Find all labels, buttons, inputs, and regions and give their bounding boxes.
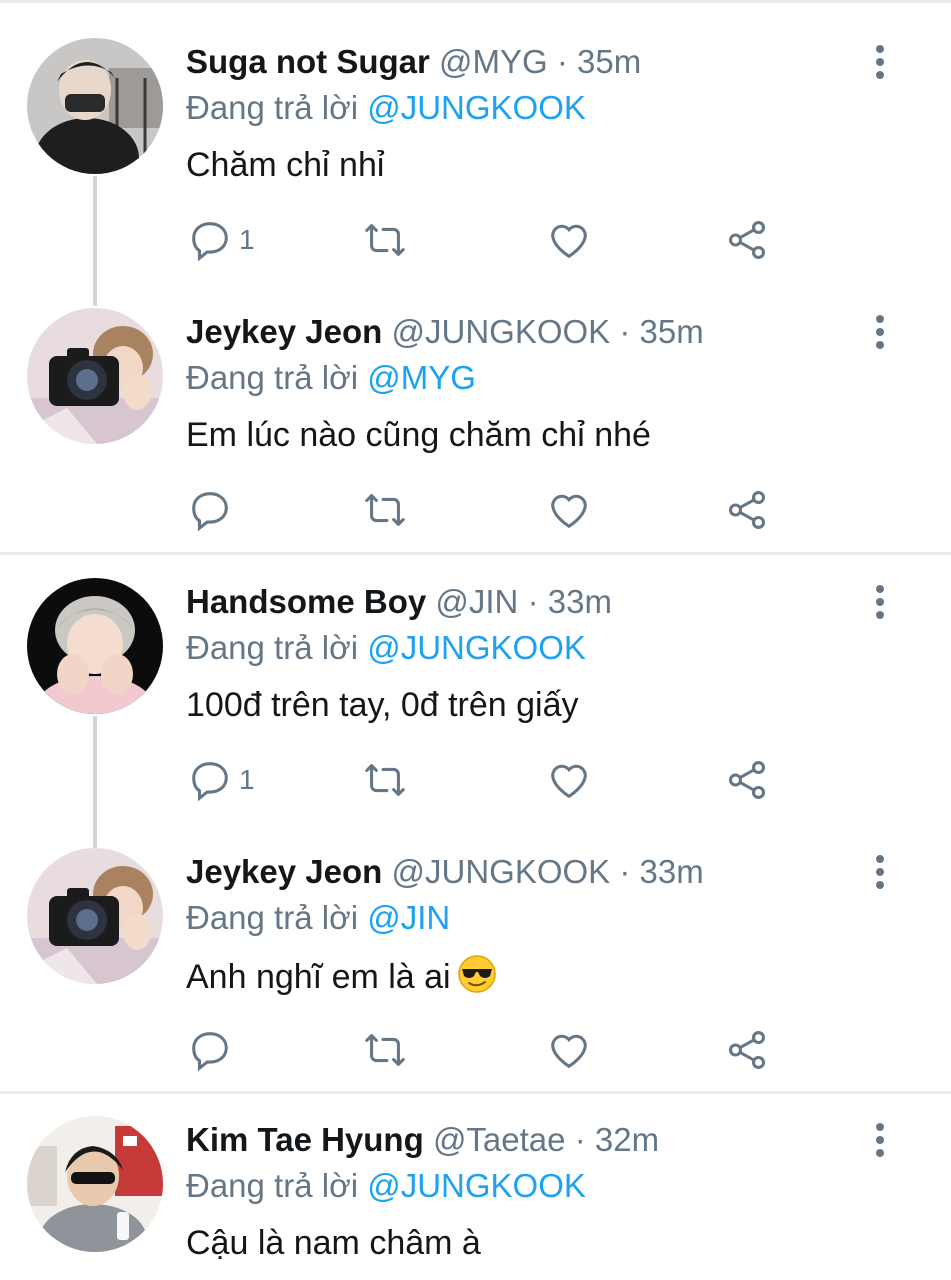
reply-label: Đang trả lời xyxy=(186,629,359,666)
divider xyxy=(0,552,951,555)
avatar[interactable] xyxy=(27,1116,163,1252)
avatar[interactable] xyxy=(27,308,163,444)
reply-icon xyxy=(192,1032,228,1072)
handle[interactable]: @JUNGKOOK xyxy=(391,313,610,350)
retweet-button[interactable] xyxy=(362,1026,408,1074)
tweet-text: Anh nghĩ em là ai xyxy=(186,954,497,1004)
more-icon[interactable] xyxy=(866,1120,894,1160)
tweet-text: Chăm chỉ nhỉ xyxy=(186,146,385,184)
retweet-icon xyxy=(365,224,405,256)
more-icon[interactable] xyxy=(866,582,894,622)
separator: · xyxy=(574,1121,586,1158)
reply-label: Đang trả lời xyxy=(186,89,359,126)
reply-icon xyxy=(192,492,228,532)
separator: · xyxy=(556,43,568,80)
share-button[interactable] xyxy=(724,756,770,804)
display-name[interactable]: Kim Tae Hyung xyxy=(186,1121,424,1158)
display-name[interactable]: Suga not Sugar xyxy=(186,43,430,80)
separator: · xyxy=(619,853,631,890)
share-button[interactable] xyxy=(724,486,770,534)
more-icon[interactable] xyxy=(866,312,894,352)
share-icon xyxy=(728,221,766,259)
reply-mention[interactable]: @MYG xyxy=(367,359,476,396)
reply-mention[interactable]: @JUNGKOOK xyxy=(367,1167,586,1204)
share-button[interactable] xyxy=(724,216,770,264)
share-icon xyxy=(728,761,766,799)
reply-mention[interactable]: @JUNGKOOK xyxy=(367,89,586,126)
avatar[interactable] xyxy=(27,578,163,714)
tweet-header: Handsome Boy @JIN · 33m xyxy=(186,582,612,622)
retweet-button[interactable] xyxy=(362,216,408,264)
retweet-icon xyxy=(365,764,405,796)
timestamp[interactable]: 35m xyxy=(640,313,704,350)
like-button[interactable] xyxy=(546,1026,592,1074)
like-icon xyxy=(551,1034,587,1069)
handle[interactable]: @MYG xyxy=(439,43,548,80)
display-name[interactable]: Jeykey Jeon xyxy=(186,853,382,890)
like-icon xyxy=(551,224,587,259)
display-name[interactable]: Handsome Boy xyxy=(186,583,426,620)
handle[interactable]: @JIN xyxy=(435,583,518,620)
reply-button[interactable] xyxy=(187,1026,239,1074)
retweet-icon xyxy=(365,494,405,526)
divider xyxy=(0,1091,951,1094)
reply-label: Đang trả lời xyxy=(186,899,359,936)
retweet-icon xyxy=(365,1034,405,1066)
display-name[interactable]: Jeykey Jeon xyxy=(186,313,382,350)
reply-button[interactable] xyxy=(187,486,239,534)
avatar[interactable] xyxy=(27,38,163,174)
reply-count: 1 xyxy=(239,764,255,795)
reply-label: Đang trả lời xyxy=(186,1167,359,1204)
tweet-text: Cậu là nam châm à xyxy=(186,1224,481,1262)
tweet-text-content: Anh nghĩ em là ai xyxy=(186,958,451,996)
thread-line xyxy=(93,176,97,306)
reply-mention[interactable]: @JUNGKOOK xyxy=(367,629,586,666)
share-icon xyxy=(728,491,766,529)
sunglasses-emoji-icon xyxy=(457,954,497,1004)
tweet-header: Suga not Sugar @MYG · 35m xyxy=(186,42,641,82)
like-icon xyxy=(551,764,587,799)
timestamp[interactable]: 33m xyxy=(640,853,704,890)
replying-to: Đang trả lời @JUNGKOOK xyxy=(186,628,586,668)
like-button[interactable] xyxy=(546,756,592,804)
retweet-button[interactable] xyxy=(362,756,408,804)
share-icon xyxy=(728,1031,766,1069)
reply-feed: Suga not Sugar @MYG · 35m Đang trả lời @… xyxy=(0,0,951,1280)
reply-button[interactable]: 1 xyxy=(187,756,255,804)
more-icon[interactable] xyxy=(866,852,894,892)
timestamp[interactable]: 32m xyxy=(595,1121,659,1158)
tweet-header: Kim Tae Hyung @Taetae · 32m xyxy=(186,1120,659,1160)
share-button[interactable] xyxy=(724,1026,770,1074)
like-icon xyxy=(551,494,587,529)
reply-count: 1 xyxy=(239,224,255,255)
handle[interactable]: @Taetae xyxy=(433,1121,566,1158)
more-icon[interactable] xyxy=(866,42,894,82)
tweet-text: Em lúc nào cũng chăm chỉ nhé xyxy=(186,416,651,454)
timestamp[interactable]: 33m xyxy=(548,583,612,620)
like-button[interactable] xyxy=(546,486,592,534)
thread-line xyxy=(93,716,97,848)
reply-icon xyxy=(192,222,228,262)
separator: · xyxy=(619,313,631,350)
replying-to: Đang trả lời @JUNGKOOK xyxy=(186,1166,586,1206)
tweet-header: Jeykey Jeon @JUNGKOOK · 35m xyxy=(186,312,704,352)
reply-mention[interactable]: @JIN xyxy=(367,899,450,936)
reply-label: Đang trả lời xyxy=(186,359,359,396)
top-divider xyxy=(0,0,951,3)
reply-button[interactable]: 1 xyxy=(187,216,255,264)
retweet-button[interactable] xyxy=(362,486,408,534)
tweet-text: 100đ trên tay, 0đ trên giấy xyxy=(186,686,579,724)
like-button[interactable] xyxy=(546,216,592,264)
handle[interactable]: @JUNGKOOK xyxy=(391,853,610,890)
replying-to: Đang trả lời @JIN xyxy=(186,898,450,938)
replying-to: Đang trả lời @JUNGKOOK xyxy=(186,88,586,128)
timestamp[interactable]: 35m xyxy=(577,43,641,80)
avatar[interactable] xyxy=(27,848,163,984)
separator: · xyxy=(527,583,539,620)
reply-icon xyxy=(192,762,228,802)
replying-to: Đang trả lời @MYG xyxy=(186,358,476,398)
tweet-header: Jeykey Jeon @JUNGKOOK · 33m xyxy=(186,852,704,892)
